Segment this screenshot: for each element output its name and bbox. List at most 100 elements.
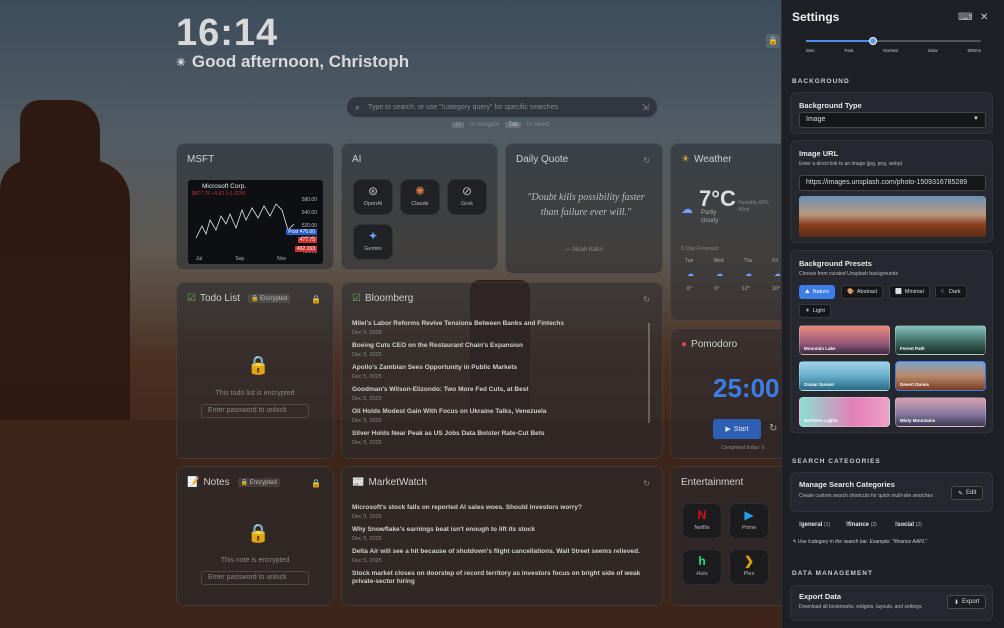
pomodoro-time: 25:00 xyxy=(713,373,780,403)
category-general[interactable]: !general (1) xyxy=(799,522,830,528)
weather-desc1: Partly xyxy=(701,210,717,216)
password-input[interactable]: Enter password to unlock xyxy=(201,571,309,585)
news-item[interactable]: Oil Holds Modest Gain With Focus on Ukra… xyxy=(352,408,646,424)
app-openai[interactable]: ⊛ OpenAI xyxy=(353,179,393,215)
export-button[interactable]: ⬇ Export xyxy=(947,595,987,609)
lock-icon[interactable]: 🔒 xyxy=(311,295,321,304)
app-netflix[interactable]: N Netflix xyxy=(682,503,722,539)
download-icon: ⬇ xyxy=(954,599,960,606)
app-label: Claude xyxy=(411,201,429,207)
app-claude[interactable]: ✺ Claude xyxy=(400,179,440,215)
bloomberg-title: Bloomberg xyxy=(364,293,414,304)
animation-speed-slider[interactable]: 0ms Fast Normal Slow 600ms xyxy=(806,36,981,53)
widget-title: ☀ Weather xyxy=(681,154,732,165)
news-item[interactable]: Milei's Labor Reforms Revive Tensions Be… xyxy=(352,320,646,336)
refresh-icon[interactable]: ↻ xyxy=(643,295,650,304)
preset-northern-lights[interactable]: Northern Lights xyxy=(799,397,890,427)
preset-desert-dunes[interactable]: Desert Dunes xyxy=(895,361,986,391)
section-background: BACKGROUND xyxy=(792,78,850,85)
cloud-icon: ☁ xyxy=(716,271,723,278)
news-headline: Delta Air will see a hit because of shut… xyxy=(352,548,640,555)
greeting-text: Good afternoon, Christoph xyxy=(191,52,410,71)
app-hulu[interactable]: h Hulu xyxy=(682,549,722,585)
section-data-management: DATA MANAGEMENT xyxy=(792,570,873,577)
app-grok[interactable]: ⊘ Grok xyxy=(447,179,487,215)
slider-knob[interactable] xyxy=(868,37,877,45)
settings-title: Settings xyxy=(792,10,840,24)
preset-mountain-lake[interactable]: Mountain Lake xyxy=(799,325,890,355)
note-icon: 📝 xyxy=(187,477,200,488)
hint-key-navigate: ↑↓ xyxy=(452,122,464,128)
stock-price-tag: 477.75 xyxy=(297,237,317,243)
widget-msft[interactable]: MSFT Microsoft Corp. $477.75 +4.82 (+1.0… xyxy=(176,143,334,270)
app-gemini[interactable]: ✦ Gemini xyxy=(353,224,393,260)
refresh-icon[interactable]: ↻ xyxy=(643,156,650,165)
search-bar[interactable]: ⌕ Type to search, or use "!category quer… xyxy=(346,96,658,118)
checkbox-icon: ☑ xyxy=(187,293,196,304)
stock-post-tag: Post 476.60 xyxy=(286,229,317,235)
refresh-icon[interactable]: ↻ xyxy=(643,479,650,488)
widget-title: MSFT xyxy=(187,154,215,165)
widget-todo[interactable]: ☑ Todo List 🔒 Encrypted 🔒 🔒 This todo list… xyxy=(176,282,334,459)
preset-ocean-sunset[interactable]: Ocean Sunset xyxy=(799,361,890,391)
preset-tab-light[interactable]: ☀ Light xyxy=(799,304,831,318)
category-finance[interactable]: !finance (2) xyxy=(846,522,877,528)
lock-icon[interactable]: 🔒 xyxy=(766,34,780,48)
prime-icon: ▶ xyxy=(744,508,754,522)
forecast-temp: 6° xyxy=(687,286,693,292)
news-item[interactable]: Boeing Cuts CEO on the Restaurant Chain'… xyxy=(352,342,646,358)
news-date: Dec 5, 2025 xyxy=(352,558,382,564)
widget-notes[interactable]: 📝 Notes 🔒 Encrypted 🔒 🔒 This note is encry… xyxy=(176,466,334,606)
slider-track[interactable] xyxy=(806,37,981,45)
image-url-input[interactable]: https://images.unsplash.com/photo-150931… xyxy=(799,175,986,191)
preset-tab-label: Light xyxy=(812,308,825,314)
widget-marketwatch[interactable]: 📰 MarketWatch ↻ Microsoft's stock falls o… xyxy=(341,466,663,606)
widget-daily-quote[interactable]: Daily Quote ↻ "Doubt kills possibility f… xyxy=(505,143,663,274)
widget-bloomberg[interactable]: ☑ Bloomberg ↻ Milei's Labor Reforms Reviv… xyxy=(341,282,663,459)
preset-forest-path[interactable]: Forest Path xyxy=(895,325,986,355)
news-item[interactable]: Why Snowflake's earnings beat isn't enou… xyxy=(352,526,646,542)
category-note-text: Use !category in the search bar. Example… xyxy=(797,539,927,545)
keyboard-icon[interactable]: ⌨ xyxy=(958,12,972,23)
app-plex[interactable]: ❯ Plex xyxy=(729,549,769,585)
send-icon[interactable]: ⇲ xyxy=(641,102,649,113)
news-item[interactable]: Apollo's Zambian Sees Opportunity in Pub… xyxy=(352,364,646,380)
app-prime[interactable]: ▶ Prime xyxy=(729,503,769,539)
category-social[interactable]: !social (2) xyxy=(895,522,922,528)
news-item[interactable]: Silver Holds Near Peak as US Jobs Data B… xyxy=(352,430,646,446)
edit-button[interactable]: ✎ Edit xyxy=(951,486,984,500)
reset-icon[interactable]: ↻ xyxy=(769,423,777,434)
preset-tab-minimal[interactable]: ⬜ Minimal xyxy=(889,285,930,299)
widget-ai[interactable]: AI ⊛ OpenAI ✺ Claude ⊘ Grok ✦ Gemini xyxy=(341,143,498,270)
image-url-desc: Enter a direct link to an image (jpg, pn… xyxy=(799,161,903,167)
bg-type-select[interactable]: Image ▼ xyxy=(799,112,986,128)
stock-ytick: 580.00 xyxy=(301,197,317,203)
preset-tab-dark[interactable]: ☾ Dark xyxy=(935,285,967,299)
news-item[interactable]: Stock market closes on doorstep of recor… xyxy=(352,570,646,586)
forecast-temp: 6° xyxy=(714,286,720,292)
slider-tick: 600ms xyxy=(967,48,981,53)
todo-title: Todo List xyxy=(199,293,240,304)
news-headline: Apollo's Zambian Sees Opportunity in Pub… xyxy=(352,364,518,371)
preset-tab-nature[interactable]: ⛰ Nature xyxy=(799,285,836,299)
password-input[interactable]: Enter password to unlock xyxy=(201,404,309,418)
news-date: Dec 5, 2025 xyxy=(352,536,382,542)
widget-title: ☑ Todo List 🔒 Encrypted xyxy=(187,293,291,304)
news-item[interactable]: Goodman's Wilson-Elizondo: Two More Fed … xyxy=(352,386,646,402)
category-note: ✎ Use !category in the search bar. Examp… xyxy=(792,539,927,545)
close-icon[interactable]: ✕ xyxy=(980,12,988,23)
slider-fill xyxy=(806,40,873,42)
openai-icon: ⊛ xyxy=(367,184,379,198)
background-presets-box: Background Presets Choose from curated U… xyxy=(790,250,993,433)
quote-author: — Noah Kahn xyxy=(565,247,603,253)
news-item[interactable]: Delta Air will see a hit because of shut… xyxy=(352,548,646,564)
news-item[interactable]: Microsoft's stock falls on reported AI s… xyxy=(352,504,646,520)
preset-misty-mountains[interactable]: Misty Mountains xyxy=(895,397,986,427)
lock-icon[interactable]: 🔒 xyxy=(311,479,321,488)
pomodoro-start-button[interactable]: ▶ Start xyxy=(713,419,761,439)
preset-tab-abstract[interactable]: 🎨 Abstract xyxy=(841,285,884,299)
encrypted-badge: 🔒 Encrypted xyxy=(248,294,291,303)
preset-label: Northern Lights xyxy=(804,418,838,423)
scrollbar[interactable] xyxy=(648,323,650,423)
encrypted-label: Encrypted xyxy=(249,480,277,486)
